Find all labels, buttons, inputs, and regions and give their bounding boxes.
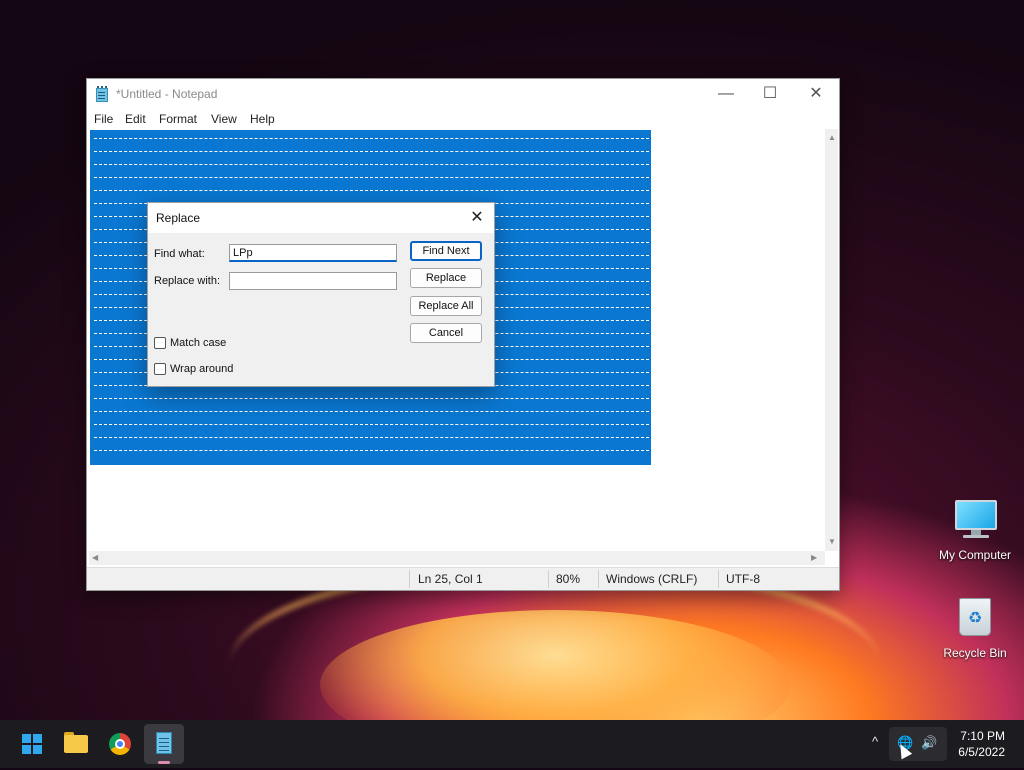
tray-network-volume[interactable]: 🌐 🔊: [889, 727, 947, 761]
selected-text-line: [94, 411, 649, 412]
status-divider: [548, 570, 549, 588]
menu-bar: File Edit Format View Help: [87, 109, 839, 129]
title-bar[interactable]: *Untitled - Notepad — ☐ ✕: [87, 79, 839, 109]
menu-file[interactable]: File: [94, 112, 113, 126]
selected-text-line: [94, 164, 649, 165]
desktop-icon-recycle-bin[interactable]: ♻ Recycle Bin: [935, 596, 1015, 662]
minimize-button[interactable]: —: [703, 79, 749, 109]
taskbar-file-explorer[interactable]: [56, 724, 96, 764]
status-zoom: 80%: [556, 572, 581, 586]
desktop-icon-label: Recycle Bin: [943, 646, 1007, 660]
taskbar-notepad[interactable]: [144, 724, 184, 764]
status-divider: [409, 570, 410, 588]
window-title: *Untitled - Notepad: [116, 87, 218, 101]
replace-dialog[interactable]: Replace ✕ Find what: LPp Replace with: F…: [147, 202, 495, 387]
monitor-base: [963, 535, 989, 538]
wrap-around-checkbox[interactable]: [154, 363, 166, 375]
replace-with-input[interactable]: [229, 272, 397, 290]
close-button[interactable]: ✕: [793, 79, 839, 109]
chrome-icon: [109, 733, 131, 755]
desktop-icon-my-computer[interactable]: My Computer: [935, 500, 1015, 566]
scroll-down-arrow[interactable]: ▼: [828, 537, 836, 546]
status-bar: Ln 25, Col 1 80% Windows (CRLF) UTF-8: [87, 567, 839, 590]
notepad-icon: [156, 732, 172, 754]
selected-text-line: [94, 450, 649, 451]
scroll-left-arrow[interactable]: ◀: [92, 553, 98, 562]
menu-edit[interactable]: Edit: [125, 112, 146, 126]
taskbar: ^: [0, 720, 1024, 768]
maximize-button[interactable]: ☐: [747, 79, 793, 109]
dialog-close-button[interactable]: ✕: [466, 207, 488, 229]
selected-text-line: [94, 190, 649, 191]
selected-text-line: [94, 437, 649, 438]
clock-date: 6/5/2022: [958, 745, 1005, 759]
selected-text-line: [94, 151, 649, 152]
file-explorer-icon: [64, 735, 88, 753]
match-case-label[interactable]: Match case: [170, 337, 226, 349]
chrome-center: [115, 739, 125, 749]
dialog-title: Replace: [156, 211, 201, 225]
find-what-input[interactable]: LPp: [229, 244, 397, 262]
scroll-up-arrow[interactable]: ▲: [828, 133, 836, 142]
volume-icon: 🔊: [921, 735, 938, 750]
wrap-around-label[interactable]: Wrap around: [170, 363, 233, 375]
find-what-label: Find what:: [154, 248, 205, 260]
horizontal-scrollbar[interactable]: ◀ ▶: [89, 551, 825, 565]
recycle-symbol-icon: ♻: [967, 610, 983, 627]
selected-text-line: [94, 398, 649, 399]
scroll-right-arrow[interactable]: ▶: [811, 553, 817, 562]
selected-text-line: [94, 138, 649, 139]
status-encoding: UTF-8: [726, 572, 760, 586]
clock-time: 7:10 PM: [960, 729, 1005, 743]
cancel-button[interactable]: Cancel: [410, 323, 482, 343]
start-icon: [22, 734, 42, 754]
dialog-title-bar[interactable]: Replace ✕: [148, 203, 494, 233]
find-next-button[interactable]: Find Next: [410, 241, 482, 261]
vertical-scrollbar[interactable]: ▲ ▼: [825, 129, 838, 551]
menu-format[interactable]: Format: [159, 112, 197, 126]
status-divider: [718, 570, 719, 588]
replace-with-label: Replace with:: [154, 275, 221, 287]
match-case-checkbox[interactable]: [154, 337, 166, 349]
selected-text-line: [94, 424, 649, 425]
status-divider: [598, 570, 599, 588]
status-cursor-position: Ln 25, Col 1: [418, 572, 483, 586]
tray-overflow-chevron-icon[interactable]: ^: [872, 734, 878, 749]
notepad-icon: [96, 86, 108, 102]
start-button[interactable]: [12, 724, 52, 764]
replace-all-button[interactable]: Replace All: [410, 296, 482, 316]
menu-help[interactable]: Help: [250, 112, 275, 126]
replace-button[interactable]: Replace: [410, 268, 482, 288]
desktop-icon-label: My Computer: [938, 548, 1012, 562]
menu-view[interactable]: View: [211, 112, 237, 126]
selected-text-line: [94, 177, 649, 178]
active-indicator: [158, 761, 170, 764]
recycle-bin-icon: ♻: [959, 598, 991, 636]
status-line-ending: Windows (CRLF): [606, 572, 698, 586]
taskbar-chrome[interactable]: [100, 724, 140, 764]
monitor-icon: [955, 500, 997, 530]
